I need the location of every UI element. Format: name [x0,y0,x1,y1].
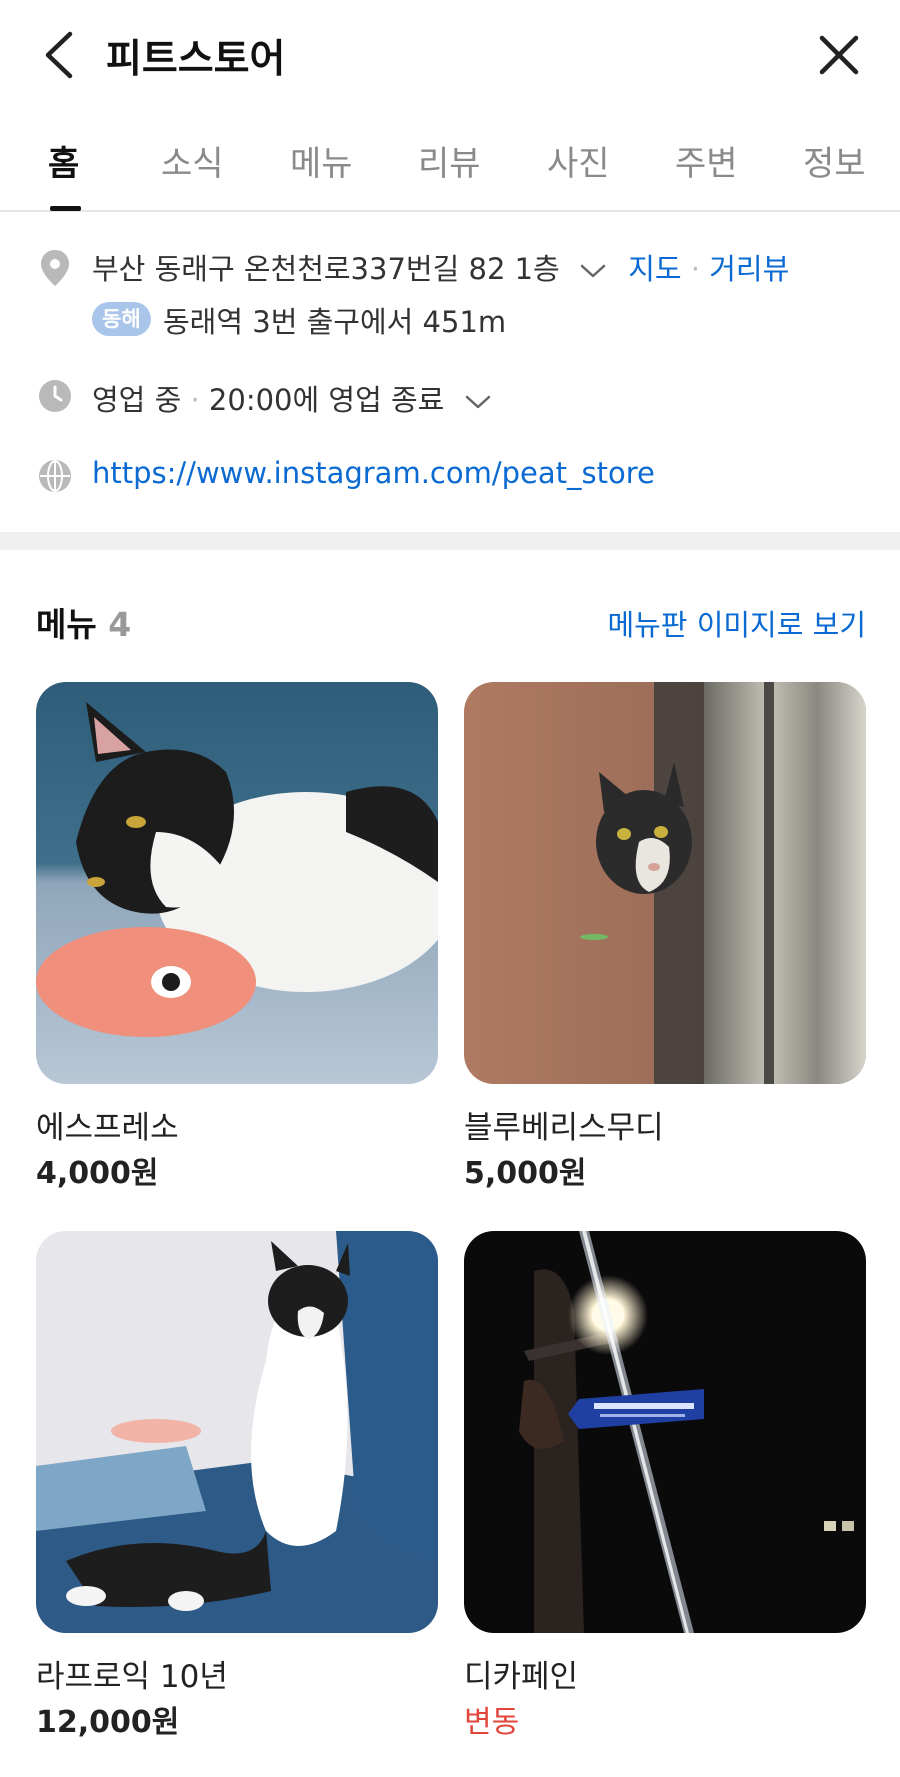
tab-home[interactable]: 홈 [48,136,79,185]
station-directions: 동래역 3번 출구에서 451m [163,305,507,339]
map-link[interactable]: 지도 [628,252,681,286]
globe-icon [39,460,71,492]
menu-item-name: 디카페인 [464,1659,579,1695]
cat-photo-image [464,682,866,1084]
website-link[interactable]: https://www.instagram.com/peat_store [92,456,655,490]
tab-photos[interactable]: 사진 [547,136,610,185]
back-button[interactable] [36,24,92,86]
active-tab-indicator [50,206,81,211]
chevron-left-icon [45,31,73,79]
app-header: 피트스토어 [0,0,900,110]
tab-bar: 홈 소식 메뉴 리뷰 사진 주변 정보 [0,118,900,212]
menu-heading: 메뉴 4 [36,598,131,646]
menu-title: 메뉴 [36,605,97,644]
menu-board-image-link[interactable]: 메뉴판 이미지로 보기 [607,602,866,644]
menu-item-photo[interactable] [36,682,438,1084]
tab-menu[interactable]: 메뉴 [290,136,353,185]
menu-item-price: 5,000원 [464,1156,587,1191]
tab-info[interactable]: 정보 [803,136,866,185]
menu-item-photo[interactable] [464,682,866,1084]
separator-dot: · [690,252,700,286]
place-title: 피트스토어 [106,37,286,82]
menu-item-name: 블루베리스무디 [464,1110,664,1146]
closing-time: 20:00에 영업 종료 [208,383,445,417]
menu-item-price: 변동 [464,1705,520,1740]
cat-photo-image [36,682,438,1084]
tab-reviews[interactable]: 리뷰 [418,136,481,185]
menu-count: 4 [108,605,132,644]
close-icon [819,35,859,75]
address-text: 부산 동래구 온천천로337번길 82 1층 [92,252,560,286]
menu-item-name: 에스프레소 [36,1110,179,1146]
hours-row: 영업 중 · 20:00에 영업 종료 [92,377,492,419]
menu-item-photo[interactable] [464,1231,866,1633]
menu-item-price: 4,000원 [36,1156,159,1191]
menu-item-name: 라프로익 10년 [36,1659,228,1695]
cat-photo-image [36,1231,438,1633]
separator-dot: · [190,383,200,417]
close-button[interactable] [808,24,870,86]
subway-line-badge: 동해 [92,302,151,336]
tab-nearby[interactable]: 주변 [675,136,738,185]
open-status: 영업 중 [92,383,182,417]
address-row: 부산 동래구 온천천로337번길 82 1층 지도 · 거리뷰 [92,246,789,288]
section-divider [0,532,900,550]
clock-icon [39,380,71,412]
chevron-down-icon[interactable] [464,393,492,411]
street-night-photo-image [464,1231,866,1633]
chevron-down-icon[interactable] [579,262,607,280]
menu-item-photo[interactable] [36,1231,438,1633]
location-pin-icon [41,250,69,286]
menu-item-price: 12,000원 [36,1705,180,1740]
street-view-link[interactable]: 거리뷰 [709,252,789,286]
tab-news[interactable]: 소식 [161,136,224,185]
